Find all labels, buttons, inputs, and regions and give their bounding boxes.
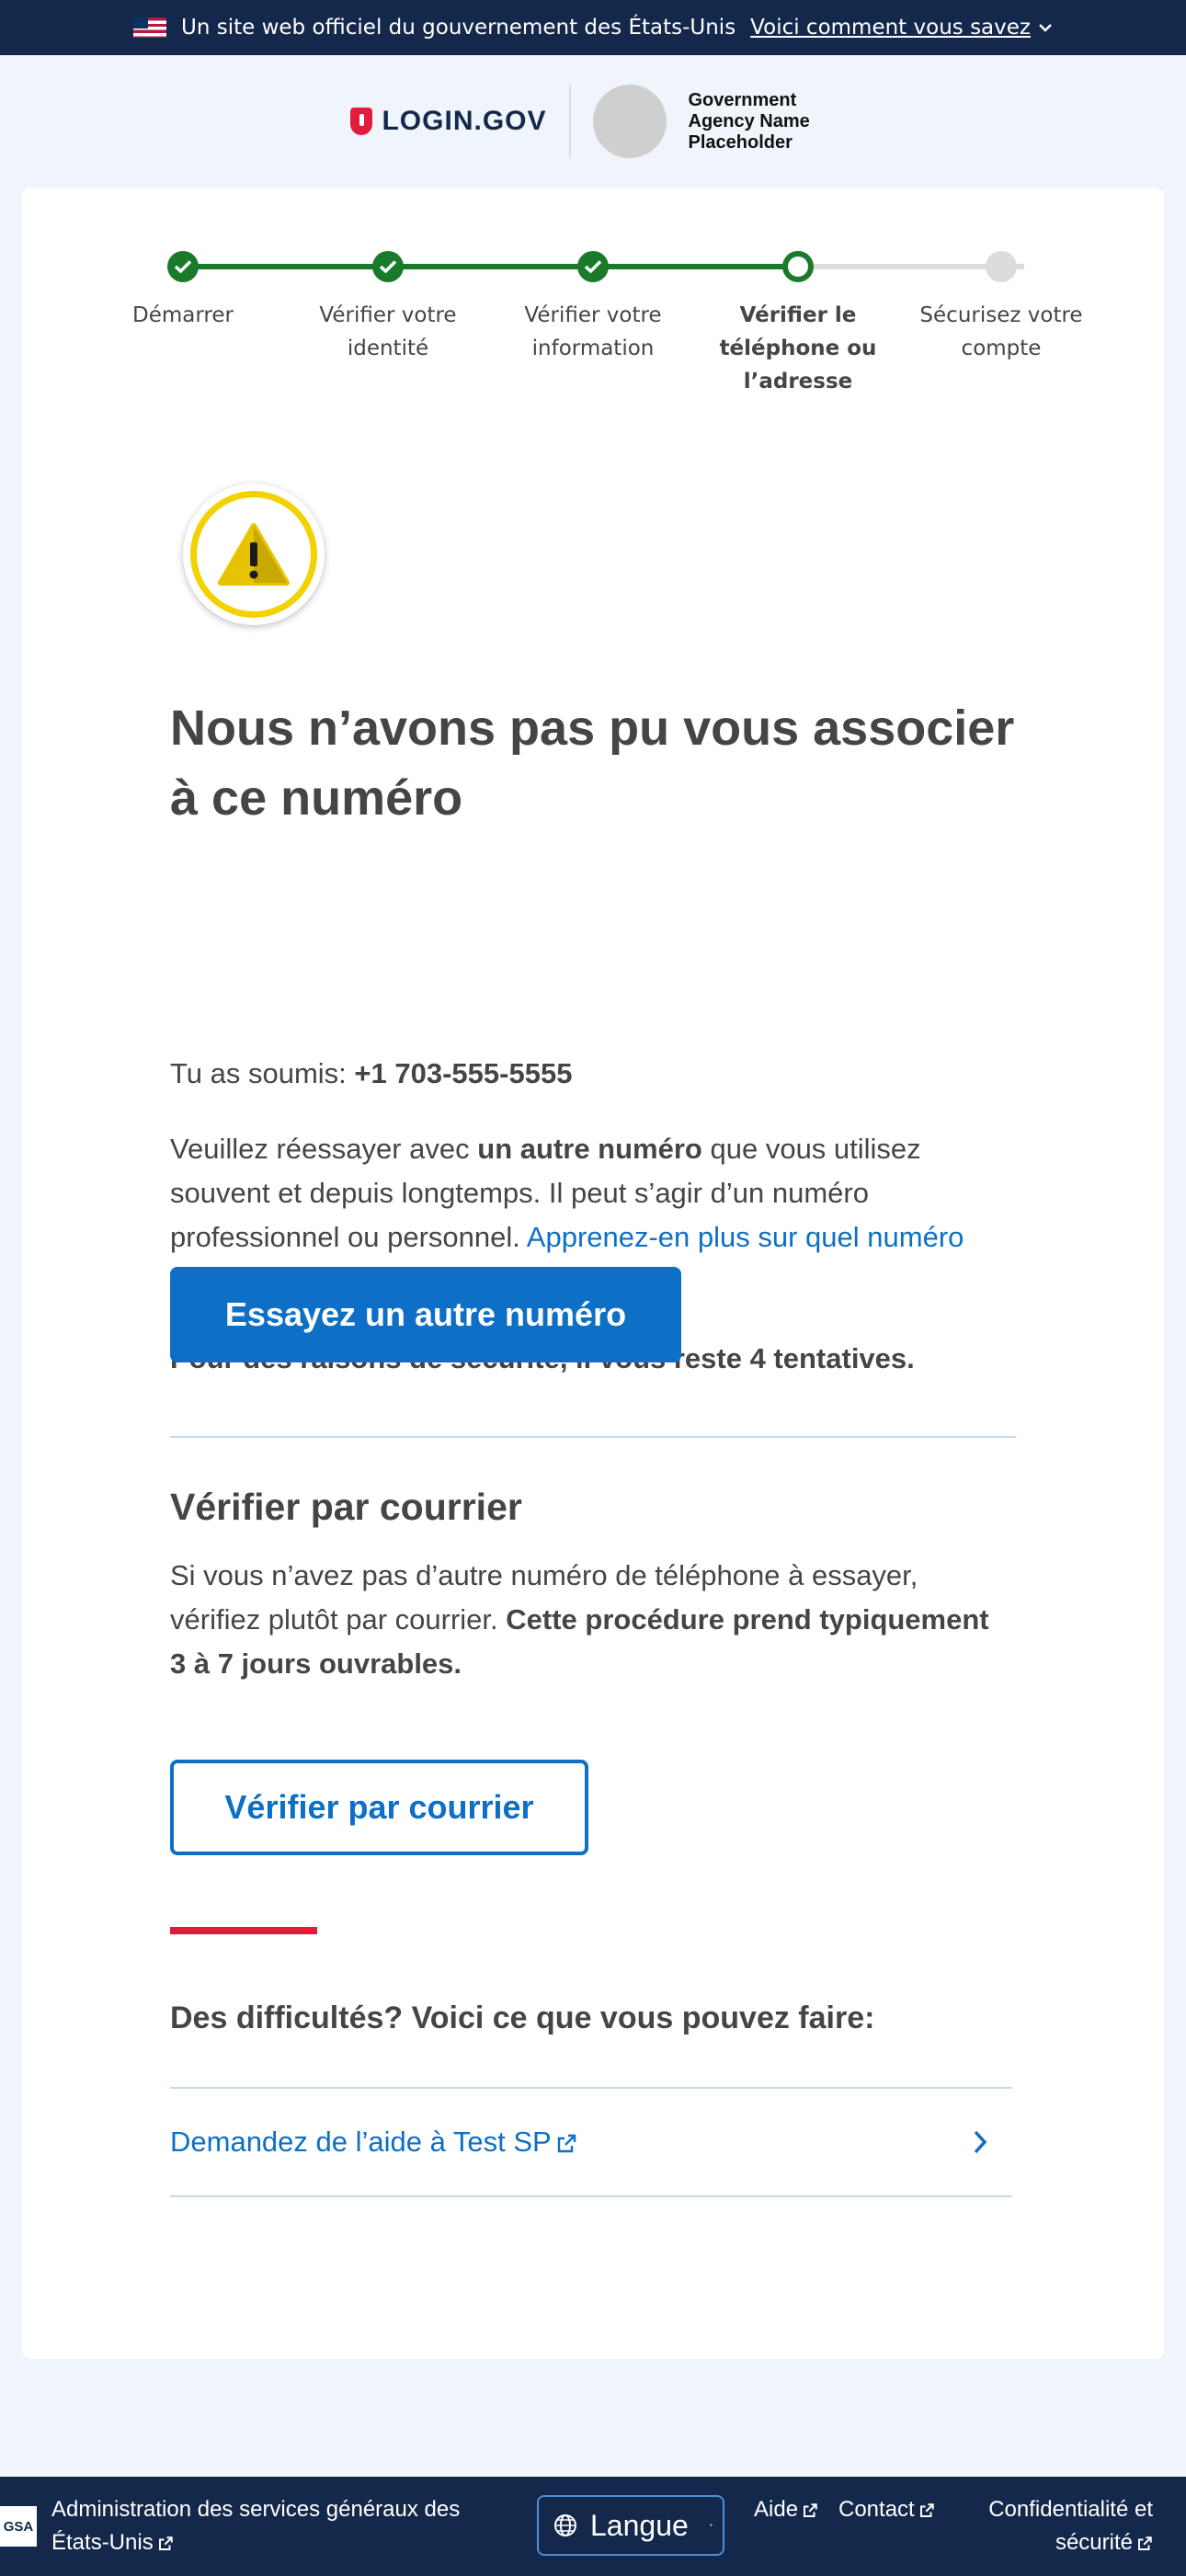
step-label: Démarrer <box>132 303 234 327</box>
gov-banner: Un site web officiel du gouvernement des… <box>0 0 1186 55</box>
external-link-icon <box>919 2502 934 2517</box>
warning-badge <box>183 484 325 625</box>
external-link-icon <box>557 2134 576 2153</box>
pending-step-icon <box>986 251 1017 282</box>
gsa-admin-link[interactable]: Administration des services généraux des… <box>51 2493 511 2559</box>
verify-by-mail-text: Si vous n’avez pas d’autre numéro de tél… <box>170 1559 989 1680</box>
step-verify-phone: Vérifier le téléphone ou l’adresse <box>706 243 890 398</box>
login-gov-logo[interactable]: LOGIN.GOV <box>350 106 546 137</box>
check-icon <box>577 251 609 282</box>
logo-text: LOGIN.GOV <box>382 106 547 136</box>
section-divider <box>170 1436 1016 1438</box>
step-label: Vérifier le téléphone ou l’adresse <box>719 303 877 393</box>
step-verify-identity: Vérifier votre identité <box>296 243 480 365</box>
header-divider <box>568 85 571 158</box>
submitted-number-text: Tu as soumis: +1 703-555-5555 <box>170 1057 573 1089</box>
official-site-text: Un site web officiel du gouvernement des… <box>181 16 736 40</box>
dropdown-indicator-icon: · <box>708 2517 714 2533</box>
agency-logo-placeholder <box>592 85 667 158</box>
how-you-know-link[interactable]: Voici comment vous savez <box>750 16 1053 40</box>
step-indicator: Démarrer Vérifier votre identité Vérifie… <box>22 243 1164 399</box>
get-help-label: Demandez de l’aide à Test SP <box>170 2126 552 2158</box>
site-header: LOGIN.GOV Government Agency Name Placeho… <box>0 55 1186 188</box>
shield-icon <box>350 108 373 135</box>
step-verify-info: Vérifier votre information <box>501 243 685 365</box>
step-label: Vérifier votre information <box>524 303 662 360</box>
footer-contact-link[interactable]: Contact <box>838 2493 935 2526</box>
try-another-number-button[interactable]: Essayez un autre numéro <box>170 1267 681 1362</box>
globe-icon <box>554 2514 576 2536</box>
language-label: Langue <box>590 2508 689 2542</box>
check-icon <box>167 251 199 282</box>
troubleshooting-accent-bar <box>170 1927 317 1934</box>
gsa-logo[interactable]: GSA <box>0 2506 37 2547</box>
site-footer: GSA Administration des services généraux… <box>0 2477 1186 2576</box>
agency-name: Government Agency Name Placeholder <box>688 89 810 153</box>
verify-by-mail-button[interactable]: Vérifier par courrier <box>170 1760 588 1855</box>
step-label: Vérifier votre identité <box>319 303 457 360</box>
warning-icon <box>218 523 290 586</box>
external-link-icon <box>804 2502 817 2517</box>
step-start: Démarrer <box>91 243 275 332</box>
external-link-icon <box>1138 2536 1152 2550</box>
us-flag-icon <box>133 17 167 38</box>
get-help-link[interactable]: Demandez de l’aide à Test SP <box>170 2087 1012 2197</box>
how-you-know-label: Voici comment vous savez <box>750 16 1031 40</box>
external-link-icon <box>158 2536 173 2550</box>
step-label: Sécurisez votre compte <box>919 303 1083 360</box>
verify-by-mail-heading: Vérifier par courrier <box>170 1486 522 1528</box>
chevron-right-icon <box>974 2130 987 2154</box>
footer-privacy-link[interactable]: Confidentialité et sécurité <box>951 2493 1153 2559</box>
main-card: Démarrer Vérifier votre identité Vérifie… <box>22 188 1164 2359</box>
check-icon <box>372 251 404 282</box>
step-secure-account: Sécurisez votre compte <box>909 243 1093 365</box>
language-button[interactable]: Langue · <box>537 2495 724 2556</box>
troubleshooting-heading: Des difficultés? Voici ce que vous pouve… <box>170 2000 875 2035</box>
footer-help-link[interactable]: Aide <box>754 2493 818 2526</box>
chevron-down-icon <box>1039 24 1052 32</box>
submitted-number: +1 703-555-5555 <box>354 1057 573 1089</box>
current-step-icon <box>782 251 814 282</box>
page-title: Nous n’avons pas pu vous associer à ce n… <box>170 701 1015 826</box>
